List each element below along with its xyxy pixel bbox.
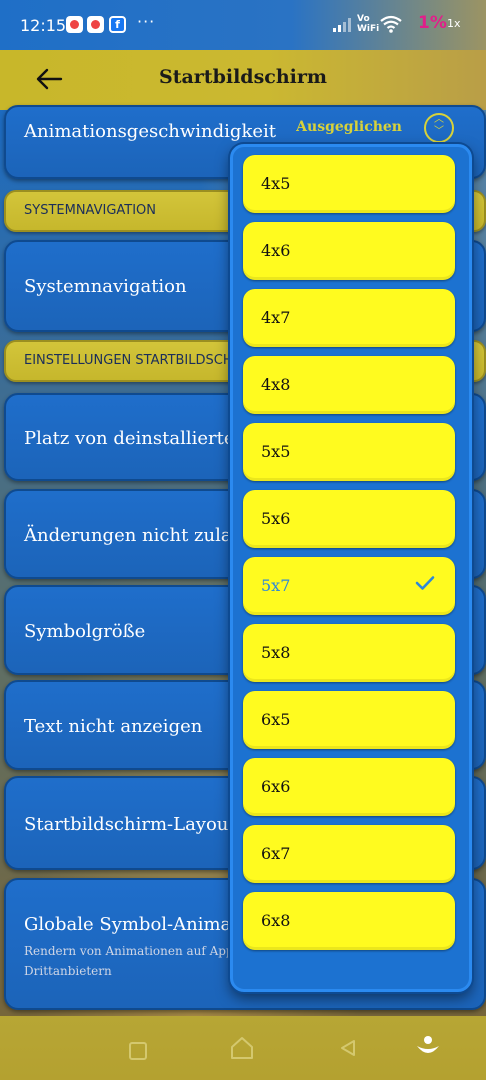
back-triangle-icon[interactable] — [338, 1038, 358, 1058]
chrome-notification-icon — [87, 16, 104, 33]
system-navigation-label: Systemnavigation — [24, 276, 187, 297]
section-header-label: SYSTEMNAVIGATION — [24, 203, 157, 218]
section-header-label: EINSTELLUNGEN STARTBILDSCHIRM — [24, 353, 257, 368]
app-header: Startbildschirm — [0, 50, 486, 110]
recent-apps-icon[interactable] — [129, 1042, 147, 1060]
page-title: Startbildschirm — [158, 66, 327, 88]
icon-size-label: Symbolgröße — [24, 621, 146, 642]
animation-speed-label: Animationsgeschwindigkeit — [24, 121, 276, 142]
layout-option-6x5[interactable]: 6x5 — [243, 691, 455, 749]
system-nav-bar — [0, 1016, 486, 1080]
status-time: 12:15 — [20, 16, 67, 35]
facebook-notification-icon: f — [109, 16, 126, 33]
layout-option-5x8[interactable]: 5x8 — [243, 624, 455, 682]
layout-option-4x8[interactable]: 4x8 — [243, 356, 455, 414]
layout-option-6x8[interactable]: 6x8 — [243, 892, 455, 950]
hide-text-label: Text nicht anzeigen — [24, 716, 203, 737]
layout-option-5x6[interactable]: 5x6 — [243, 490, 455, 548]
wifi-icon — [380, 15, 402, 38]
animation-speed-value: Ausgeglichen — [296, 119, 402, 135]
layout-option-6x7[interactable]: 6x7 — [243, 825, 455, 883]
layout-option-4x5[interactable]: 4x5 — [243, 155, 455, 213]
charging-indicator: 1x — [447, 17, 461, 30]
battery-level: 1% — [418, 13, 447, 33]
status-bar: 12:15 f ··· Vo WiFi 1% 1x — [0, 0, 486, 50]
global-icon-animation-subtitle: Drittanbietern — [24, 964, 112, 978]
layout-option-4x7[interactable]: 4x7 — [243, 289, 455, 347]
layout-dropdown-menu: 4x5 4x6 4x7 4x8 5x5 5x6 5x7 5x8 6x5 6x6 … — [230, 144, 472, 992]
layout-option-5x7-selected[interactable]: 5x7 — [243, 557, 455, 615]
signal-icon — [333, 18, 355, 32]
home-layout-label: Startbildschirm-Layout — [24, 814, 236, 835]
chevron-updown-icon[interactable]: ︿ ﹀ — [424, 113, 454, 143]
layout-option-4x6[interactable]: 4x6 — [243, 222, 455, 280]
layout-option-5x5[interactable]: 5x5 — [243, 423, 455, 481]
checkmark-icon — [415, 575, 435, 591]
assistant-icon[interactable] — [415, 1034, 441, 1062]
chrome-notification-icon — [66, 16, 83, 33]
layout-option-6x6[interactable]: 6x6 — [243, 758, 455, 816]
vowifi-indicator: Vo WiFi — [357, 14, 380, 34]
more-notifications-icon: ··· — [137, 12, 156, 31]
home-icon[interactable] — [230, 1036, 254, 1060]
